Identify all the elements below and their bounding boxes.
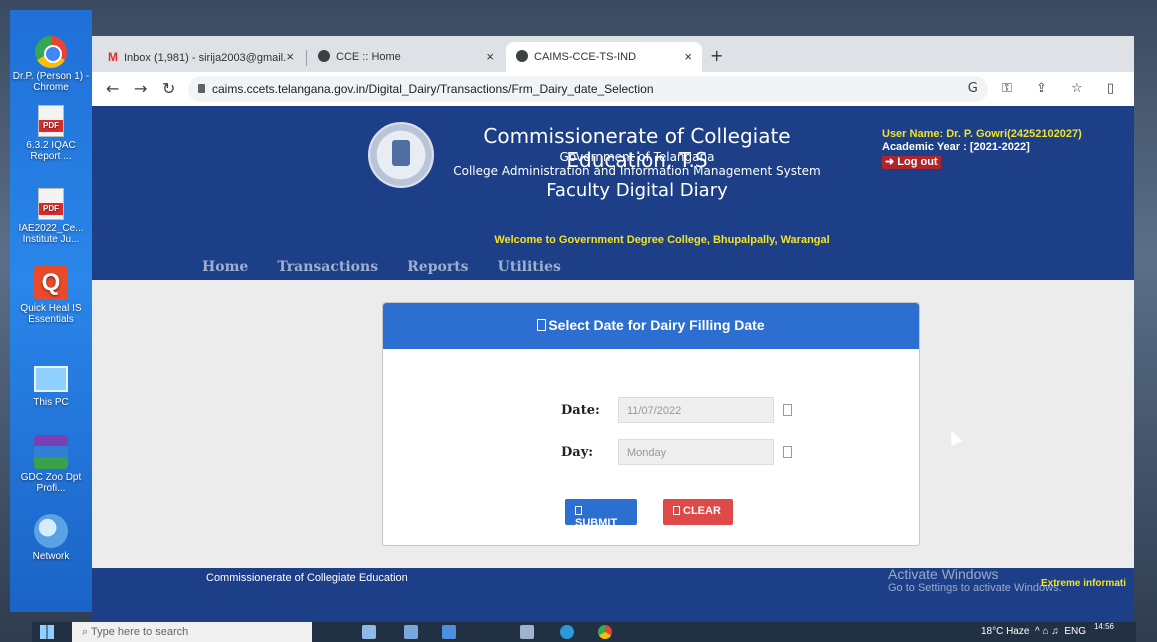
desktop-icon-label: 6.3.2 IQAC Report ... (26, 140, 76, 162)
store-icon[interactable] (520, 625, 534, 639)
tab-separator (306, 50, 307, 66)
submit-label: SUBMIT (575, 517, 618, 529)
browser-toolbar: ← → ↻ caims.ccets.telangana.gov.in/Digit… (92, 72, 1134, 106)
watermark-line1: Activate Windows (888, 566, 999, 582)
chrome-icon[interactable] (598, 625, 612, 639)
edge-icon[interactable] (560, 625, 574, 639)
tab-gmail-inbox[interactable]: M Inbox (1,981) - sirija2003@gmail. × (98, 42, 304, 72)
date-label: Date: (561, 403, 600, 418)
close-icon[interactable]: × (286, 49, 294, 64)
close-icon[interactable]: × (486, 49, 494, 64)
clock[interactable]: 14:56 (1094, 622, 1114, 631)
user-info: User Name: Dr. P. Gowri(24252102027) Aca… (882, 128, 1082, 169)
back-icon[interactable]: ← (106, 79, 119, 98)
desktop-icon-label: GDC Zoo Dpt Profi... (20, 472, 82, 494)
pdf-icon: PDF (38, 188, 64, 220)
content-area: Select Date for Dairy Filling Date Date:… (92, 280, 1134, 568)
day-input: Monday (618, 439, 774, 465)
nav-reports[interactable]: Reports (407, 259, 468, 275)
windows-start-icon[interactable] (40, 625, 54, 639)
calendar-icon (783, 446, 792, 458)
save-icon (575, 506, 582, 515)
telangana-emblem-icon (368, 122, 434, 188)
url-text: caims.ccets.telangana.gov.in/Digital_Dai… (212, 82, 654, 96)
tab-title: CCE :: Home (336, 51, 401, 63)
watermark-line2: Go to Settings to activate Windows. (888, 582, 1062, 594)
desktop-icon-label: Network (32, 551, 70, 562)
nav-utilities[interactable]: Utilities (498, 259, 561, 275)
desktop-icon-quick-heal[interactable]: Q Quick Heal IS Essentials (10, 266, 92, 325)
reload-icon[interactable]: ↻ (162, 79, 175, 98)
file-explorer-icon[interactable] (442, 625, 456, 639)
panel-heading: Select Date for Dairy Filling Date (383, 303, 919, 349)
gmail-icon: M (108, 50, 118, 64)
tab-title: Inbox (1,981) - sirija2003@gmail. (124, 52, 287, 64)
desktop-icon-label: This PC (33, 397, 69, 408)
lock-icon (198, 84, 205, 93)
globe-icon (516, 50, 528, 62)
system-tray: 18°C Haze ^ ⌂ ♫ ENG (980, 626, 1086, 637)
calendar-icon (537, 319, 547, 331)
extension-icons[interactable]: G ⚿ ⇪ ☆ ▯ (968, 81, 1124, 96)
site-header: Commissionerate of Collegiate Education,… (92, 106, 1134, 280)
globe-icon (318, 50, 330, 62)
tab-strip: M Inbox (1,981) - sirija2003@gmail. × CCE… (92, 36, 1134, 72)
footer-left-text: Commissionerate of Collegiate Education (206, 572, 408, 584)
clear-label: CLEAR (683, 505, 721, 517)
tab-title: CAIMS-CCE-TS-IND (534, 51, 637, 63)
desktop-icons-column: Dr.P. (Person 1) - Chrome PDF 6.3.2 IQAC… (10, 10, 92, 612)
search-placeholder: Type here to search (91, 626, 189, 638)
date-selection-panel: Select Date for Dairy Filling Date Date:… (382, 302, 920, 546)
clear-button[interactable]: CLEAR (663, 499, 733, 525)
academic-year: Academic Year : [2021-2022] (882, 141, 1030, 153)
day-label: Day: (561, 445, 594, 460)
header-subtitle-diary: Faculty Digital Diary (546, 180, 728, 201)
new-tab-button[interactable]: + (710, 46, 723, 65)
header-subtitle-system: College Administration and Information M… (453, 164, 821, 178)
quick-heal-icon: Q (34, 266, 68, 300)
desktop-icon-iae2022[interactable]: PDF IAE2022_Ce... Institute Ju... (10, 188, 92, 245)
close-icon[interactable]: × (684, 49, 692, 64)
desktop-icon-network[interactable]: Network (10, 514, 92, 562)
taskbar: ⌕ Type here to search 18°C Haze ^ ⌂ ♫ EN… (32, 622, 1136, 642)
taskbar-search[interactable]: ⌕ Type here to search (72, 622, 312, 642)
chrome-icon (35, 36, 67, 68)
nav-home[interactable]: Home (202, 259, 248, 275)
language-indicator[interactable]: ENG (1064, 626, 1086, 637)
nav-transactions[interactable]: Transactions (277, 259, 378, 275)
network-icon (34, 514, 68, 548)
desktop-icon-gdc-zoo[interactable]: GDC Zoo Dpt Profi... (10, 435, 92, 494)
desktop-icon-label: Dr.P. (Person 1) - Chrome (12, 71, 90, 93)
user-name: User Name: Dr. P. Gowri(24252102027) (882, 128, 1082, 140)
task-view-icon[interactable] (362, 625, 376, 639)
desktop-icon-label: Quick Heal IS Essentials (20, 303, 82, 325)
winrar-icon (34, 435, 68, 469)
clear-icon (673, 506, 680, 515)
weather-text: 18°C Haze (980, 626, 1030, 637)
web-page: Commissionerate of Collegiate Education,… (92, 106, 1134, 622)
browser-window: M Inbox (1,981) - sirija2003@gmail. × CCE… (92, 36, 1134, 622)
activate-windows-watermark: Activate Windows Go to Settings to activ… (888, 566, 1062, 594)
main-nav: Home Transactions Reports Utilities (202, 256, 585, 275)
date-input[interactable]: 11/07/2022 (618, 397, 774, 423)
submit-button[interactable]: SUBMIT (565, 499, 637, 529)
desktop-icon-this-pc[interactable]: This PC (10, 362, 92, 408)
desktop-icon-label: IAE2022_Ce... Institute Ju... (18, 223, 84, 245)
desktop-icon-chrome[interactable]: Dr.P. (Person 1) - Chrome (10, 36, 92, 93)
welcome-text: Welcome to Government Degree College, Bh… (494, 234, 830, 246)
tab-cce-home[interactable]: CCE :: Home × (308, 42, 504, 72)
address-bar[interactable]: caims.ccets.telangana.gov.in/Digital_Dai… (188, 76, 988, 102)
calendar-icon[interactable] (783, 404, 792, 416)
logout-button[interactable]: ➜ Log out (882, 156, 941, 169)
notepad-icon[interactable] (404, 625, 418, 639)
header-subtitle-govt: Government of Telangana (559, 150, 715, 164)
this-pc-icon (34, 366, 68, 392)
pdf-icon: PDF (38, 105, 64, 137)
forward-icon[interactable]: → (134, 79, 147, 98)
desktop-icon-iqac-report[interactable]: PDF 6.3.2 IQAC Report ... (10, 105, 92, 162)
tab-caims-active[interactable]: CAIMS-CCE-TS-IND × (506, 42, 702, 72)
logout-label: Log out (897, 156, 938, 168)
panel-heading-text: Select Date for Dairy Filling Date (548, 317, 765, 333)
